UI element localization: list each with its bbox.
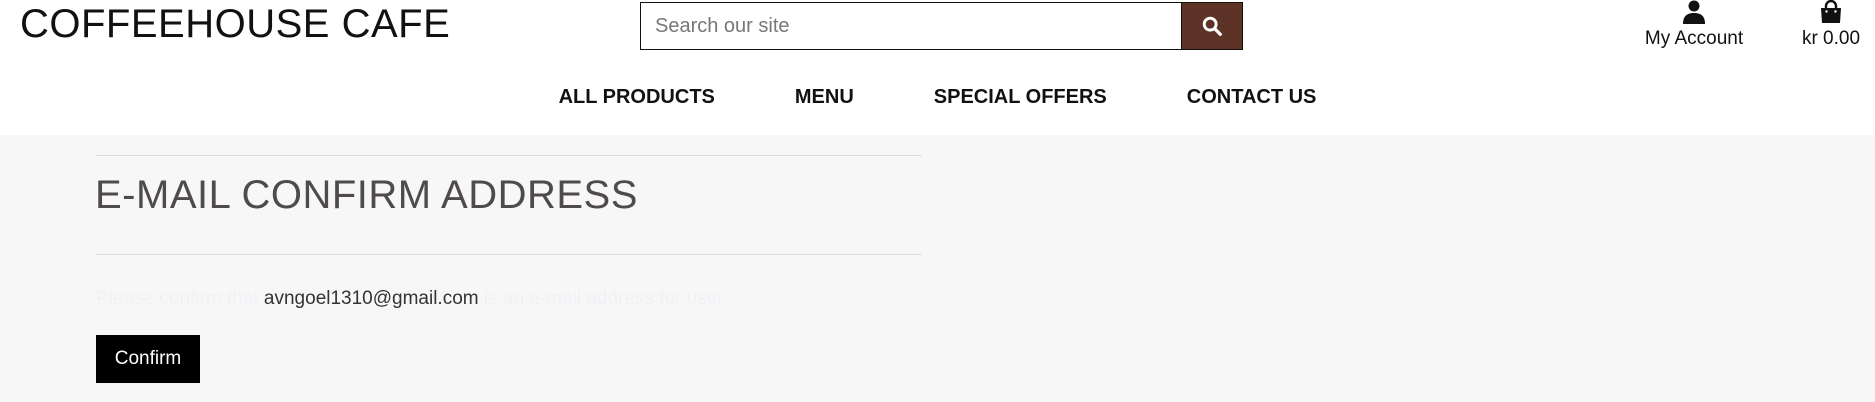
search-button[interactable]	[1181, 3, 1242, 49]
divider-top	[96, 155, 922, 156]
nav-item-contact-us[interactable]: CONTACT US	[1147, 86, 1357, 116]
confirm-message-prefix: Please confirm that	[96, 288, 259, 309]
main-content: E-MAIL CONFIRM ADDRESS Please confirm th…	[0, 135, 1875, 402]
nav-item-menu[interactable]: MENU	[755, 86, 894, 116]
page-title: E-MAIL CONFIRM ADDRESS	[95, 173, 638, 217]
account-icon-wrap	[1638, 0, 1750, 26]
bag-total: kr 0.00	[1801, 28, 1861, 49]
nav-item-special-offers[interactable]: SPECIAL OFFERS	[894, 86, 1147, 116]
search-icon	[1202, 16, 1222, 36]
confirm-message-suffix: is an e-mail address for user	[483, 288, 724, 309]
bag-icon-wrap	[1798, 0, 1864, 26]
email-address: avngoel1310@gmail.com	[263, 288, 479, 309]
shopping-bag-link[interactable]: kr 0.00	[1798, 0, 1864, 56]
user-icon	[1683, 0, 1705, 24]
brand-logo[interactable]: COFFEEHOUSE CAFE	[20, 2, 450, 47]
my-account-label: My Account	[1644, 28, 1744, 49]
confirm-button[interactable]: Confirm	[96, 335, 200, 383]
confirm-message: Please confirm that avngoel1310@gmail.co…	[96, 288, 724, 310]
nav-item-all-products[interactable]: ALL PRODUCTS	[519, 86, 755, 116]
shopping-bag-icon	[1821, 0, 1841, 23]
site-header: COFFEEHOUSE CAFE My Account	[0, 0, 1875, 135]
main-nav: ALL PRODUCTS MENU SPECIAL OFFERS CONTACT…	[0, 86, 1875, 116]
divider-bottom	[96, 254, 922, 255]
my-account-link[interactable]: My Account	[1638, 0, 1750, 56]
search-input[interactable]	[641, 3, 1181, 49]
search-bar	[640, 2, 1243, 50]
